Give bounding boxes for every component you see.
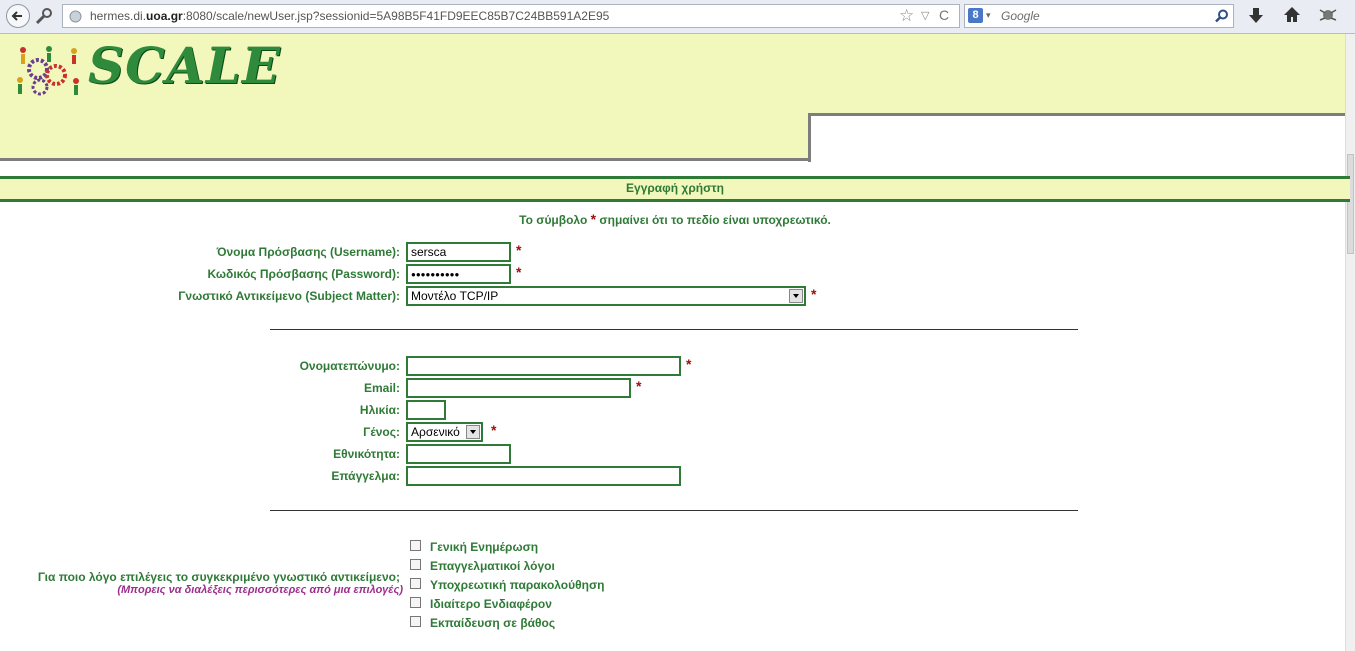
header-notch	[808, 113, 1345, 162]
addon-icon[interactable]	[1318, 6, 1338, 24]
gender-label: Γένος:	[363, 425, 400, 439]
fullname-label: Ονοματεπώνυμο:	[299, 359, 400, 373]
required-star: *	[636, 378, 642, 394]
email-label: Email:	[363, 381, 400, 395]
url-text[interactable]: hermes.di.uoa.gr:8080/scale/newUser.jsp?…	[90, 9, 609, 23]
url-bar[interactable]: hermes.di.uoa.gr:8080/scale/newUser.jsp?…	[62, 4, 960, 28]
home-icon[interactable]	[1283, 6, 1301, 24]
back-button[interactable]	[6, 4, 30, 28]
nationality-label: Εθνικότητα:	[333, 447, 400, 461]
required-star: *	[516, 264, 522, 280]
globe-icon	[69, 10, 82, 23]
section-divider	[270, 510, 1078, 511]
logo[interactable]	[16, 45, 84, 106]
subject-select[interactable]: Μοντέλο TCP/IP	[406, 286, 806, 306]
required-star: *	[491, 422, 497, 438]
browser-toolbar: hermes.di.uoa.gr:8080/scale/newUser.jsp?…	[0, 0, 1355, 34]
vertical-scrollbar[interactable]	[1345, 34, 1355, 651]
search-icon[interactable]	[1215, 9, 1229, 23]
checkbox[interactable]	[410, 578, 421, 589]
profession-label: Επάγγελμα:	[331, 469, 400, 483]
back-arrow-icon	[11, 11, 22, 21]
username-label: Όνομα Πρόσβασης (Username):	[216, 245, 400, 259]
reason-hint: (Μπορεις να διαλέξεις περισσότερες από μ…	[117, 584, 403, 596]
email-input[interactable]	[406, 378, 631, 398]
gears-logo-icon	[17, 46, 79, 96]
fullname-input[interactable]	[406, 356, 681, 376]
required-star: *	[686, 356, 692, 372]
age-label: Ηλικία:	[359, 403, 400, 417]
subject-label: Γνωστικό Αντικείμενο (Subject Matter):	[178, 289, 400, 303]
bookmark-star-icon[interactable]: ☆	[899, 6, 914, 26]
profession-input[interactable]	[406, 466, 681, 486]
age-input[interactable]	[406, 400, 446, 420]
gender-select[interactable]: Αρσενικό	[406, 422, 483, 442]
checkbox[interactable]	[410, 540, 421, 551]
required-star: *	[590, 211, 597, 227]
header-divider	[0, 158, 808, 161]
password-input[interactable]: ●●●●●●●●●●	[406, 264, 511, 284]
checkbox[interactable]	[410, 597, 421, 608]
download-icon[interactable]	[1248, 7, 1264, 25]
page-title: Εγγραφή χρήστη	[626, 181, 724, 195]
password-label: Κωδικός Πρόσβασης (Password):	[207, 267, 400, 281]
required-star: *	[516, 242, 522, 258]
scrollbar-thumb[interactable]	[1347, 154, 1354, 254]
reload-icon[interactable]: C	[939, 7, 949, 23]
search-bar[interactable]: 8 ▾ Google	[964, 4, 1234, 28]
checkbox[interactable]	[410, 616, 421, 627]
required-star: *	[811, 286, 817, 302]
section-divider	[270, 329, 1078, 330]
search-placeholder: Google	[1001, 9, 1040, 23]
nationality-input[interactable]	[406, 444, 511, 464]
url-history-dropdown-icon[interactable]: ▽	[921, 9, 929, 22]
title-bar: Εγγραφή χρήστη	[0, 176, 1350, 202]
checkbox[interactable]	[410, 559, 421, 570]
dropdown-arrow-icon[interactable]	[466, 425, 480, 439]
reason-question: Για ποιο λόγο επιλέγεις το συγκεκριμένο …	[37, 570, 400, 584]
required-note: Το σύμβολο * σημαίνει ότι το πεδίο είναι…	[519, 211, 831, 227]
dropdown-arrow-icon[interactable]	[789, 289, 803, 303]
username-input[interactable]: sersca	[406, 242, 511, 262]
engine-dropdown-icon[interactable]: ▾	[986, 10, 991, 21]
google-engine-icon[interactable]: 8	[968, 8, 983, 23]
logo-text[interactable]: SCALE	[88, 36, 281, 95]
site-identity-icon[interactable]	[34, 7, 54, 30]
